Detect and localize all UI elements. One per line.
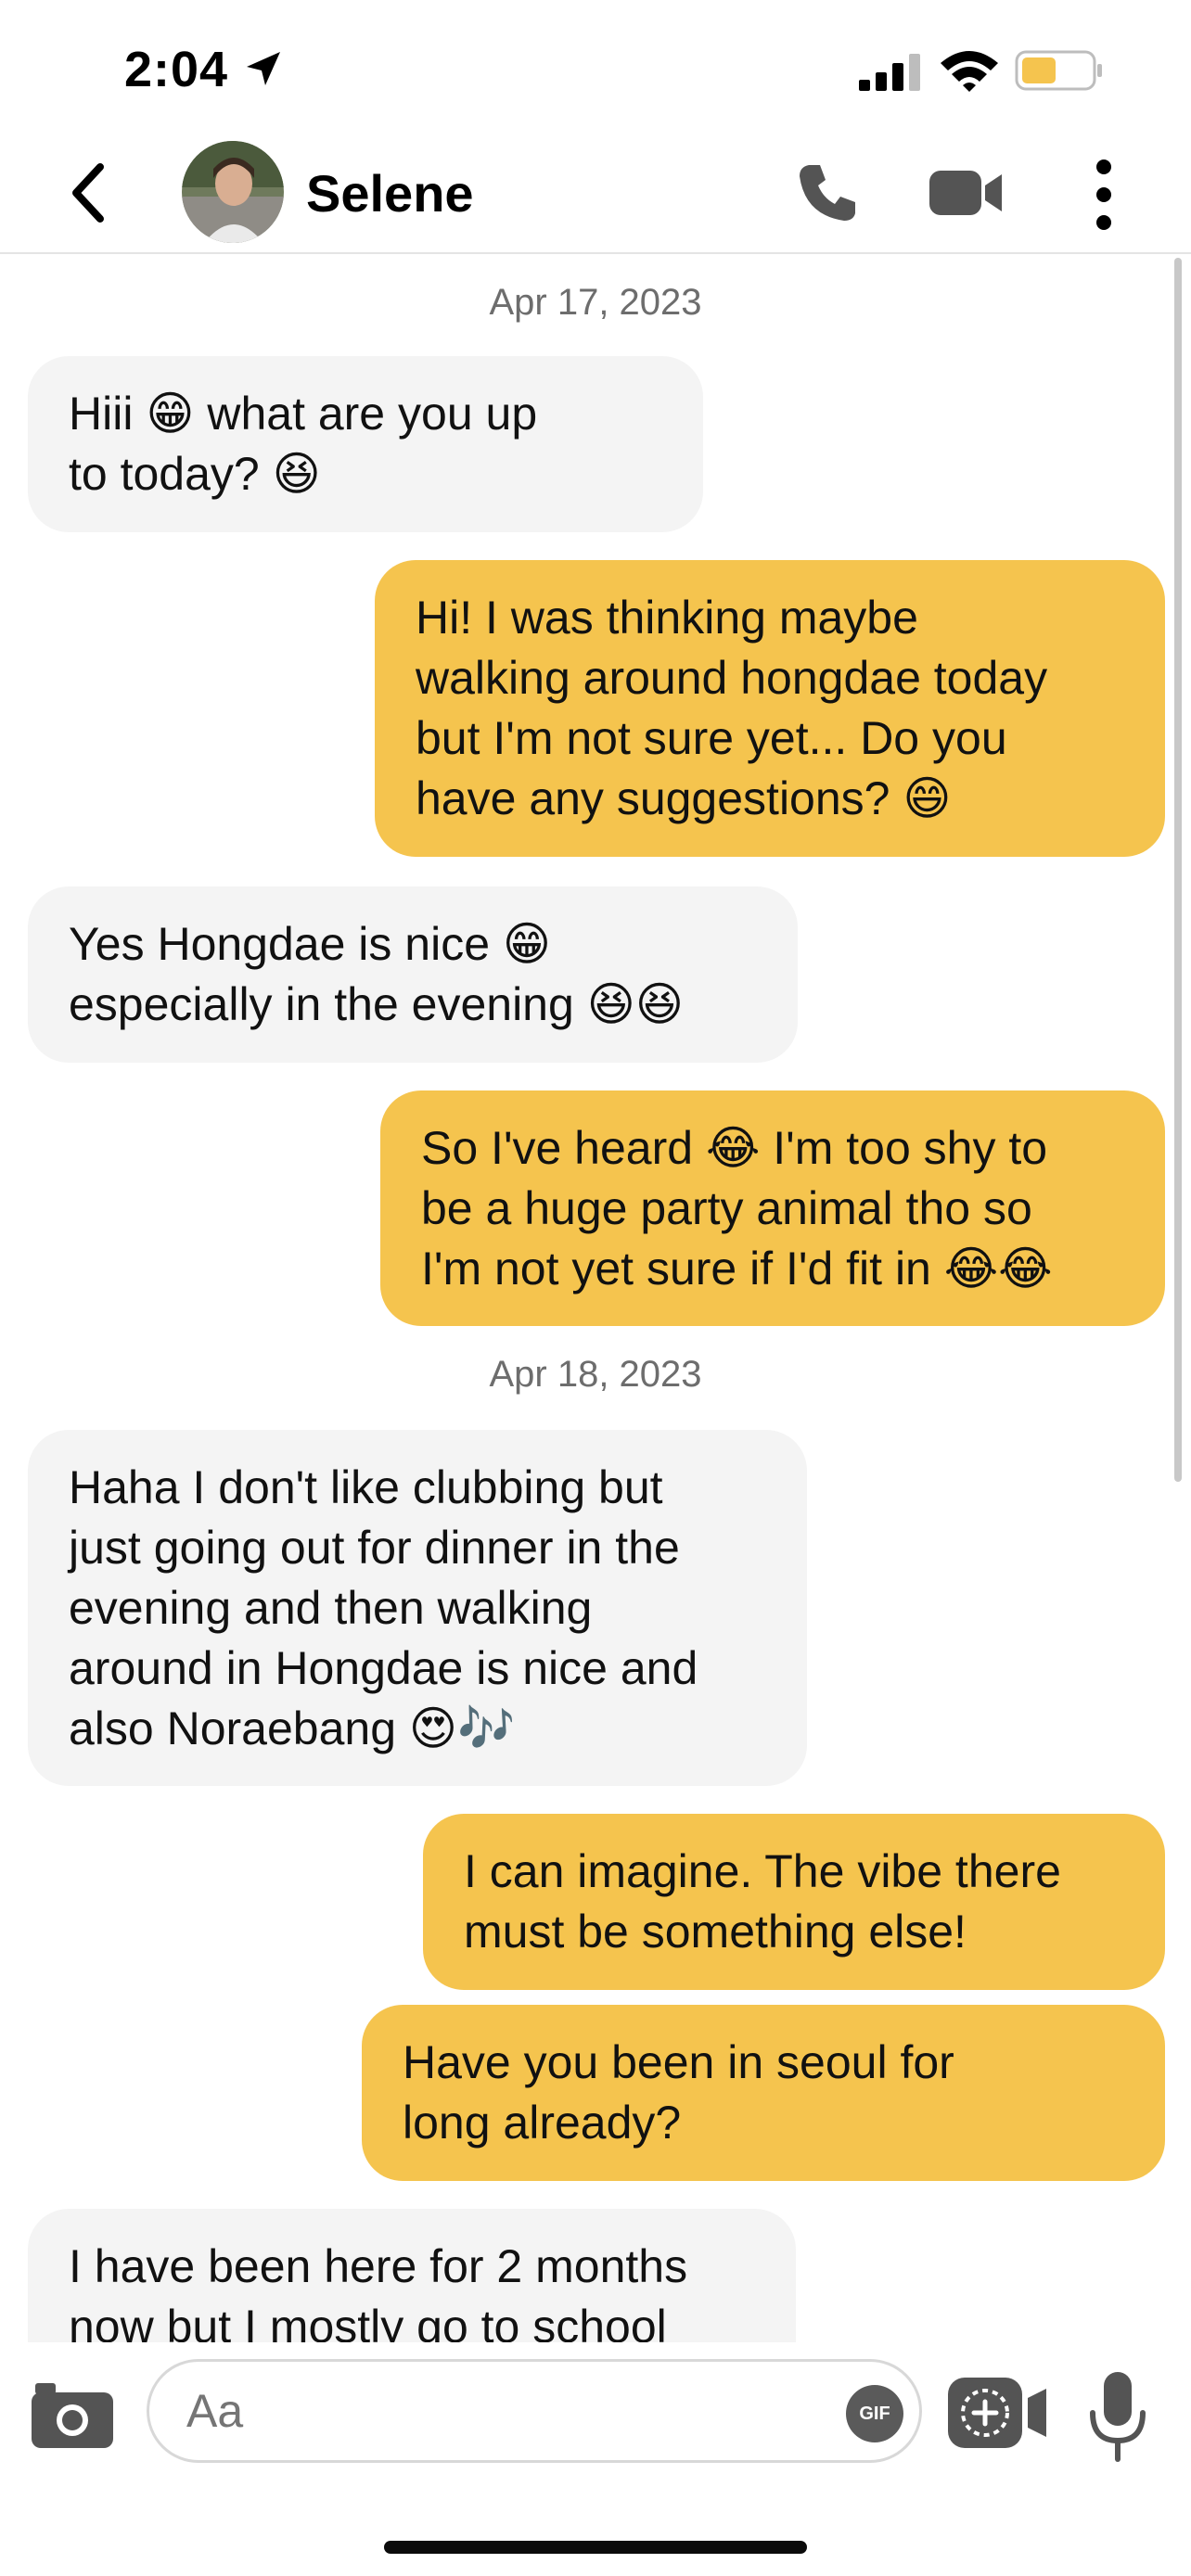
message-outgoing[interactable]: Have you been in seoul for long already? — [362, 2005, 1165, 2181]
message-incoming[interactable]: Yes Hongdae is nice 😁 especially in the … — [28, 886, 798, 1063]
chat-header: Selene — [0, 139, 1191, 254]
back-icon[interactable] — [58, 156, 122, 230]
message-incoming[interactable]: Hiii 😁 what are you up to today? 😆 — [28, 356, 703, 532]
home-indicator[interactable] — [384, 2541, 807, 2554]
avatar[interactable] — [182, 141, 284, 243]
video-note-icon[interactable] — [946, 2376, 1050, 2450]
message-incoming[interactable]: Haha I don't like clubbing but just goin… — [28, 1430, 807, 1786]
location-arrow-icon — [247, 52, 280, 85]
message-list[interactable]: Apr 17, 2023 Hiii 😁 what are you up to t… — [0, 252, 1191, 2342]
video-camera-icon[interactable] — [929, 167, 1004, 219]
message-outgoing[interactable]: Hi! I was thinking maybe walking around … — [375, 560, 1165, 857]
microphone-icon[interactable] — [1085, 2370, 1150, 2463]
gif-button[interactable]: GIF — [846, 2385, 903, 2442]
date-separator: Apr 18, 2023 — [489, 1354, 702, 1395]
more-vertical-icon[interactable] — [1085, 158, 1122, 232]
date-separator: Apr 17, 2023 — [489, 282, 702, 323]
wifi-icon — [941, 51, 998, 92]
chat-scrollbar[interactable] — [1174, 258, 1182, 1482]
message-outgoing[interactable]: So I've heard 😂 I'm too shy to be a huge… — [380, 1090, 1165, 1326]
contact-name[interactable]: Selene — [306, 163, 474, 223]
message-input[interactable] — [147, 2359, 922, 2463]
status-bar: 2:04 — [0, 0, 1191, 139]
message-outgoing[interactable]: I can imagine. The vibe there must be so… — [423, 1814, 1165, 1990]
phone-icon[interactable] — [796, 159, 861, 224]
status-time: 2:04 — [124, 42, 229, 97]
cellular-signal-icon — [859, 54, 920, 91]
message-incoming[interactable]: I have been here for 2 months now but I … — [28, 2209, 796, 2342]
battery-icon — [1015, 50, 1102, 91]
message-composer: GIF — [0, 2342, 1191, 2481]
camera-icon[interactable] — [28, 2379, 117, 2450]
